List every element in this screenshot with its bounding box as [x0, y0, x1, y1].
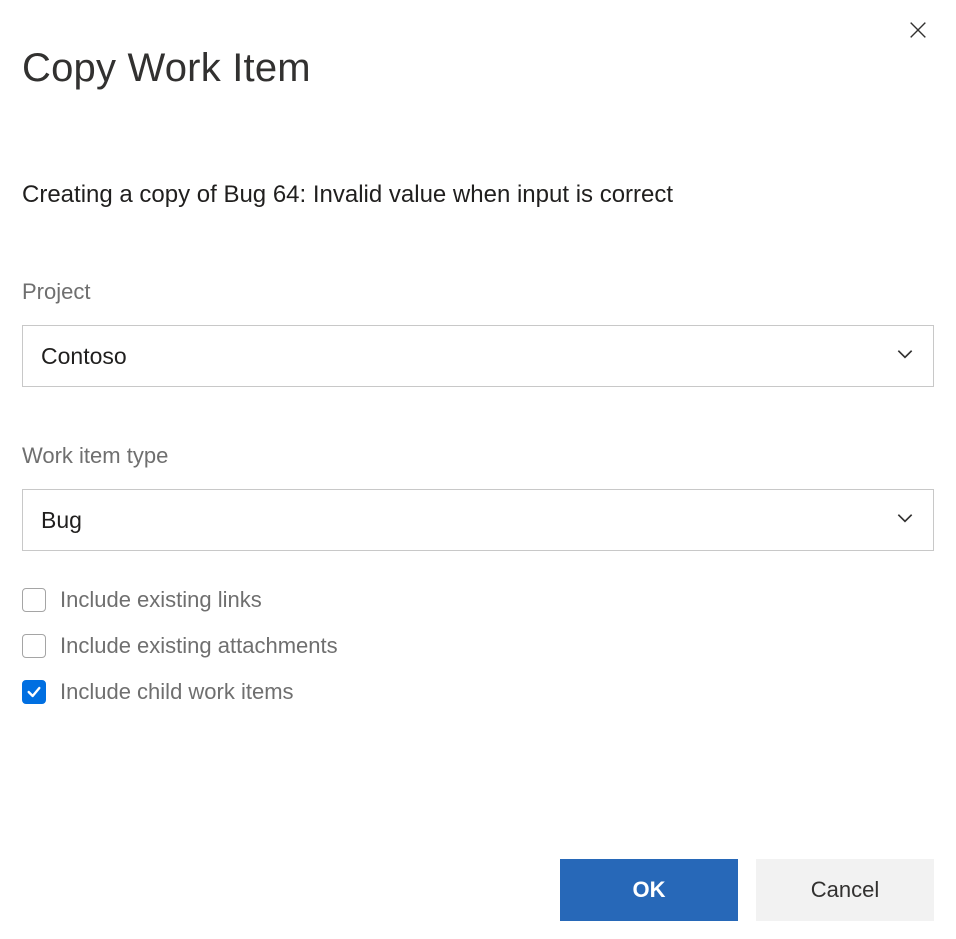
work-item-type-dropdown[interactable]: Bug	[22, 489, 934, 551]
checkbox-box-icon	[22, 634, 46, 658]
options-checkbox-group: Include existing links Include existing …	[22, 587, 934, 705]
project-label: Project	[22, 279, 934, 305]
ok-button[interactable]: OK	[560, 859, 738, 921]
close-icon	[907, 19, 929, 46]
include-links-label: Include existing links	[60, 587, 262, 613]
include-attachments-label: Include existing attachments	[60, 633, 338, 659]
include-attachments-checkbox[interactable]: Include existing attachments	[22, 633, 934, 659]
work-item-type-dropdown-value: Bug	[41, 507, 82, 534]
dialog-title: Copy Work Item	[22, 46, 934, 91]
close-button[interactable]	[904, 18, 932, 46]
checkbox-box-icon	[22, 588, 46, 612]
work-item-type-label: Work item type	[22, 443, 934, 469]
include-children-label: Include child work items	[60, 679, 294, 705]
checkbox-box-checked-icon	[22, 680, 46, 704]
chevron-down-icon	[895, 344, 915, 369]
include-children-checkbox[interactable]: Include child work items	[22, 679, 934, 705]
project-dropdown-value: Contoso	[41, 343, 127, 370]
work-item-type-field-group: Work item type Bug	[22, 443, 934, 551]
chevron-down-icon	[895, 508, 915, 533]
dialog-button-row: OK Cancel	[560, 859, 934, 921]
include-links-checkbox[interactable]: Include existing links	[22, 587, 934, 613]
project-dropdown[interactable]: Contoso	[22, 325, 934, 387]
project-field-group: Project Contoso	[22, 279, 934, 387]
cancel-button[interactable]: Cancel	[756, 859, 934, 921]
dialog-subtitle: Creating a copy of Bug 64: Invalid value…	[22, 181, 934, 209]
